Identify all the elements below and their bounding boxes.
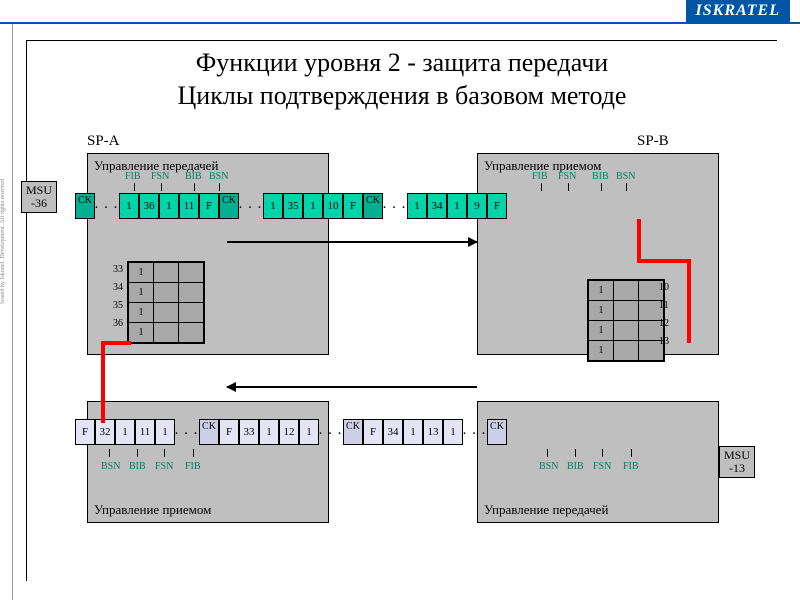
green-strip: CK . . . 1 36 1 11 F CK . . . 1 35 1 10 … [75,193,507,219]
dots: . . . [463,419,487,445]
hdr-bsn-b1: BSN [101,461,120,472]
l2-f: F [219,419,239,445]
hdr-bsn-2: BSN [616,171,635,182]
msu-13: MSU-13 [719,446,755,478]
title-line-1: Функции уровня 2 - защита передачи [196,48,608,77]
hdr-fsn-1: FSN [151,171,169,182]
arrow-right [227,241,477,243]
title-line-2: Циклы подтверждения в базовом методе [178,81,627,110]
dots: . . . [239,193,263,219]
l3-d: 1 [443,419,463,445]
hdr-fib-2: FIB [532,171,548,182]
g2-b: 35 [283,193,303,219]
dots: . . . [383,193,407,219]
copyright-side: Issued by Iskratel. Development. All rig… [0,179,6,304]
buffer-grid-a: 1 1 1 1 [127,261,205,344]
hdr-fib-b1: FIB [185,461,201,472]
dots: . . . [175,419,199,445]
g3-c: 1 [447,193,467,219]
panel-rx-a-title: Управление приемом [94,502,211,518]
g1-f: F [199,193,219,219]
brand-logo: ISKRATEL [686,0,790,22]
ck-cell: CK [75,193,95,219]
slide-title: Функции уровня 2 - защита передачи Циклы… [47,47,757,112]
label-sp-a: SP-A [87,133,120,150]
l3-a: 34 [383,419,403,445]
g3-f: F [487,193,507,219]
l1-a: 32 [95,419,115,445]
ck-cell: CK [487,419,507,445]
g2-a: 1 [263,193,283,219]
lavender-strip: F 32 1 11 1 . . . CK F 33 1 12 1 . . . C… [75,419,507,445]
g1-d: 11 [179,193,199,219]
g2-c: 1 [303,193,323,219]
red-path-top-h [637,259,691,263]
l2-d: 1 [299,419,319,445]
red-path-bot [101,341,105,423]
hdr-bsn-1: BSN [209,171,228,182]
g1-b: 36 [139,193,159,219]
l2-b: 1 [259,419,279,445]
hdr-fsn-b1: FSN [155,461,173,472]
hdr-fib-b2: FIB [623,461,639,472]
dots: . . . [95,193,119,219]
l2-c: 12 [279,419,299,445]
l3-c: 13 [423,419,443,445]
g2-f: F [343,193,363,219]
slide-frame: Функции уровня 2 - защита передачи Циклы… [26,40,777,581]
l3-f: F [363,419,383,445]
l1-c: 11 [135,419,155,445]
g3-a: 1 [407,193,427,219]
panel-tx-b-title: Управление передачей [484,502,608,518]
arrow-left [227,386,477,388]
dots: . . . [319,419,343,445]
label-sp-b: SP-B [637,133,669,150]
ck-cell: CK [343,419,363,445]
l3-b: 1 [403,419,423,445]
hdr-bib-b1: BIB [129,461,146,472]
buffer-grid-b: 1 1 1 1 [587,279,665,362]
ck-cell: CK [199,419,219,445]
hdr-bib-1: BIB [185,171,202,182]
panel-tx-a: Управление передачей [87,153,329,355]
l1-d: 1 [155,419,175,445]
g2-d: 10 [323,193,343,219]
hdr-fsn-2: FSN [558,171,576,182]
hdr-fsn-b2: FSN [593,461,611,472]
hdr-fib-1: FIB [125,171,141,182]
hdr-bib-2: BIB [592,171,609,182]
red-path-bot-h [101,341,131,345]
g3-d: 9 [467,193,487,219]
red-path-top-v2 [687,259,691,343]
hdr-bsn-b2: BSN [539,461,558,472]
red-path-top [637,219,641,263]
l1-b: 1 [115,419,135,445]
hdr-bib-b2: BIB [567,461,584,472]
ck-cell: CK [363,193,383,219]
ck-cell: CK [219,193,239,219]
l2-a: 33 [239,419,259,445]
l1-f: F [75,419,95,445]
g1-c: 1 [159,193,179,219]
msu-36: MSU-36 [21,181,57,213]
g1-a: 1 [119,193,139,219]
g3-b: 34 [427,193,447,219]
